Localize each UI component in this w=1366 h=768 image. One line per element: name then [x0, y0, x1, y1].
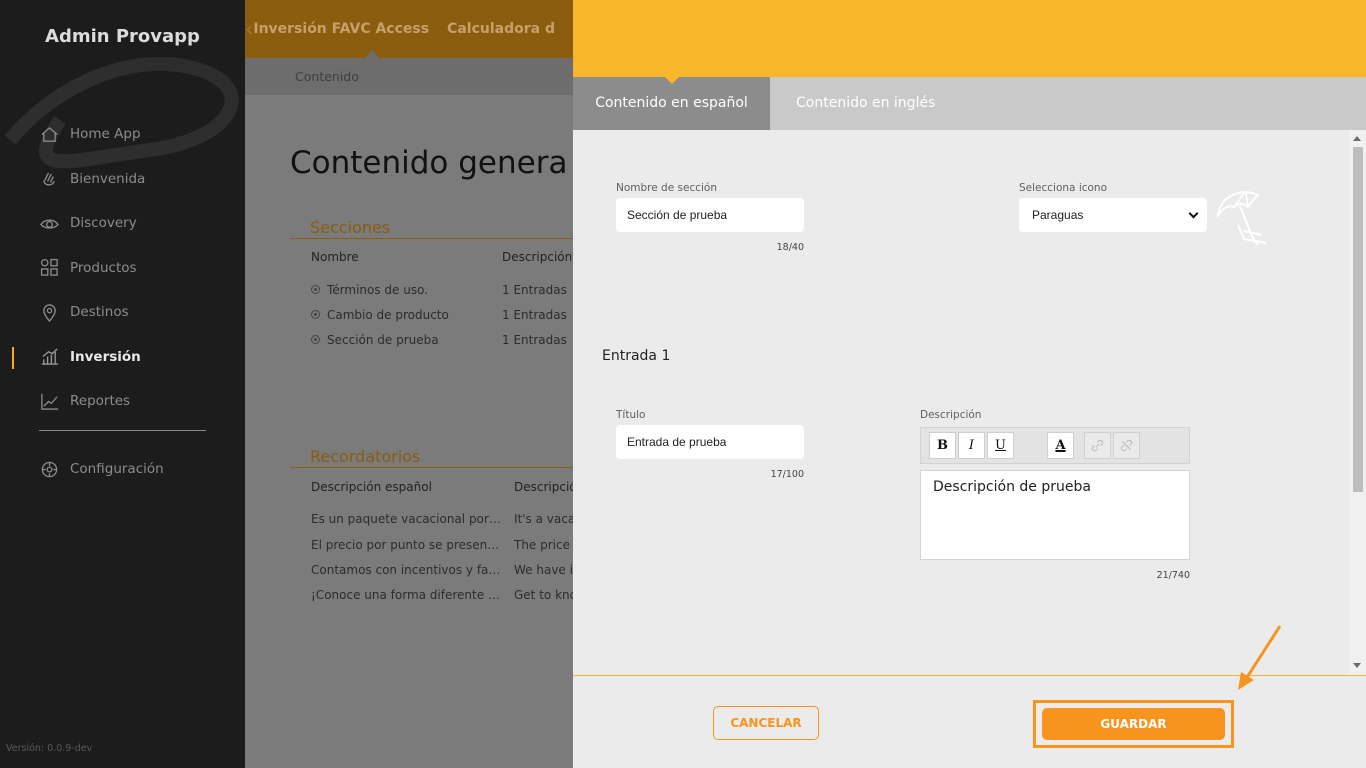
- save-button[interactable]: GUARDAR: [1042, 708, 1225, 740]
- sidebar-item-bienvenida[interactable]: Bienvenida: [0, 157, 245, 202]
- table-cell[interactable]: Contamos con incentivos y fa…: [311, 563, 500, 577]
- line-chart-icon: [41, 393, 59, 410]
- umbrella-icon: [1216, 191, 1267, 246]
- sidebar-item-productos[interactable]: Productos: [0, 246, 245, 291]
- italic-button[interactable]: I: [958, 432, 985, 459]
- tab-contenido-espanol[interactable]: Contenido en español: [573, 76, 770, 130]
- location-pin-icon: [43, 303, 56, 322]
- column-header-descripcion-ingles: Descripció: [514, 480, 577, 494]
- sidebar-nav: Home App Bienvenida Discovery Productos …: [0, 112, 245, 424]
- unlink-icon: [1120, 439, 1133, 452]
- title-counter: 17/100: [770, 469, 804, 480]
- sidebar-item-configuracion[interactable]: Configuración: [0, 447, 245, 492]
- sidebar-item-label: Destinos: [70, 304, 129, 321]
- description-label: Descripción: [920, 409, 982, 421]
- sidebar-item-label: Configuración: [70, 461, 164, 478]
- back-chevron-icon[interactable]: ‹: [245, 17, 253, 41]
- entry-title-input[interactable]: Entrada de prueba: [616, 425, 804, 459]
- radio-bullet-icon: [311, 285, 320, 294]
- modal-body: Nombre de sección Sección de prueba 18/4…: [573, 130, 1349, 675]
- sidebar-item-label: Productos: [70, 259, 137, 276]
- modal-header: [573, 0, 1366, 77]
- sidebar-item-label: Inversión: [70, 348, 141, 365]
- column-header-nombre: Nombre: [311, 250, 359, 264]
- scroll-thumb[interactable]: [1353, 147, 1363, 492]
- icon-select-label: Selecciona icono: [1019, 182, 1108, 194]
- scroll-up-arrow-icon[interactable]: [1353, 136, 1361, 141]
- table-cell: 1 Entradas: [502, 308, 567, 322]
- table-cell: Get to kno: [514, 588, 577, 602]
- table-cell[interactable]: ¡Conoce una forma diferente …: [311, 588, 500, 602]
- app-title: Admin Provapp: [45, 26, 200, 47]
- section-name-input[interactable]: Sección de prueba: [616, 198, 804, 232]
- unlink-button[interactable]: [1113, 432, 1140, 459]
- description-counter: 21/740: [1156, 570, 1190, 581]
- radio-bullet-icon: [311, 310, 320, 319]
- modal-scrollbar[interactable]: [1349, 130, 1366, 675]
- link-icon: [1091, 439, 1104, 452]
- table-cell[interactable]: Es un paquete vacacional por…: [311, 512, 501, 526]
- bar-chart-icon: [41, 348, 59, 366]
- active-tab-caret: [365, 50, 379, 58]
- save-button-highlight: GUARDAR: [1033, 700, 1234, 748]
- sidebar-item-label: Reportes: [70, 393, 131, 410]
- tab-contenido-ingles[interactable]: Contenido en inglés: [796, 77, 935, 130]
- sidebar-divider: [39, 430, 206, 431]
- link-button[interactable]: [1084, 432, 1111, 459]
- top-tabs: ‹ Inversión FAVC Access Calculadora d: [245, 0, 573, 58]
- sidebar-item-discovery[interactable]: Discovery: [0, 201, 245, 246]
- grid-icon: [40, 259, 58, 277]
- sidebar-item-destinos[interactable]: Destinos: [0, 290, 245, 335]
- radio-bullet-icon: [311, 335, 320, 344]
- underline-button[interactable]: U: [987, 432, 1014, 459]
- sidebar-item-label: Bienvenida: [70, 170, 146, 187]
- title-label: Título: [616, 409, 646, 421]
- sidebar-item-reportes[interactable]: Reportes: [0, 379, 245, 424]
- entry-title: Entrada 1: [602, 348, 671, 364]
- gear-icon: [41, 461, 58, 478]
- table-cell: It's a vaca: [514, 512, 576, 526]
- sub-tab-contenido[interactable]: Contenido: [245, 58, 573, 95]
- column-header-descripcion: Descripción: [502, 250, 573, 264]
- table-cell: The price p: [514, 538, 582, 552]
- hand-wave-icon: [43, 172, 55, 186]
- sidebar-item-home-app[interactable]: Home App: [0, 112, 245, 157]
- table-row[interactable]: Términos de uso.: [311, 283, 428, 297]
- icon-select[interactable]: Paraguas: [1019, 198, 1207, 232]
- table-row[interactable]: Sección de prueba: [311, 333, 439, 347]
- table-cell: We have in: [514, 563, 581, 577]
- reminders-header: Recordatorios: [290, 447, 580, 468]
- eye-icon: [40, 219, 59, 229]
- rich-text-toolbar: B I U A: [920, 427, 1190, 464]
- table-cell: 1 Entradas: [502, 333, 567, 347]
- sidebar-item-inversion[interactable]: Inversión: [0, 335, 245, 380]
- section-name-counter: 18/40: [776, 242, 804, 253]
- pointer-arrow-annotation: [1238, 625, 1282, 690]
- description-editor[interactable]: Descripción de prueba: [920, 470, 1190, 560]
- sections-header: Secciones: [290, 218, 580, 239]
- bold-button[interactable]: B: [929, 432, 956, 459]
- text-color-button[interactable]: A: [1047, 432, 1074, 459]
- chevron-down-icon: [1188, 208, 1199, 219]
- modal-language-tabs: Contenido en español Contenido en inglés: [573, 76, 1366, 130]
- table-cell: 1 Entradas: [502, 283, 567, 297]
- table-row[interactable]: Cambio de producto: [311, 308, 449, 322]
- tab-calculadora[interactable]: Calculadora d: [447, 21, 555, 37]
- sidebar-item-label: Home App: [70, 126, 141, 143]
- column-header-descripcion-espanol: Descripción español: [311, 480, 432, 494]
- scroll-down-arrow-icon[interactable]: [1353, 663, 1361, 668]
- sidebar-item-label: Discovery: [70, 215, 137, 232]
- version-label: Versión: 0.0.9-dev: [6, 743, 93, 754]
- page-title: Contenido genera: [290, 145, 568, 181]
- cancel-button[interactable]: CANCELAR: [713, 706, 819, 740]
- table-cell[interactable]: El precio por punto se presen…: [311, 538, 499, 552]
- sidebar: Admin Provapp Home App Bienvenida Discov…: [0, 0, 245, 768]
- section-name-label: Nombre de sección: [616, 182, 717, 194]
- home-icon: [41, 126, 58, 142]
- tab-inversion-favc[interactable]: Inversión FAVC Access: [253, 21, 429, 37]
